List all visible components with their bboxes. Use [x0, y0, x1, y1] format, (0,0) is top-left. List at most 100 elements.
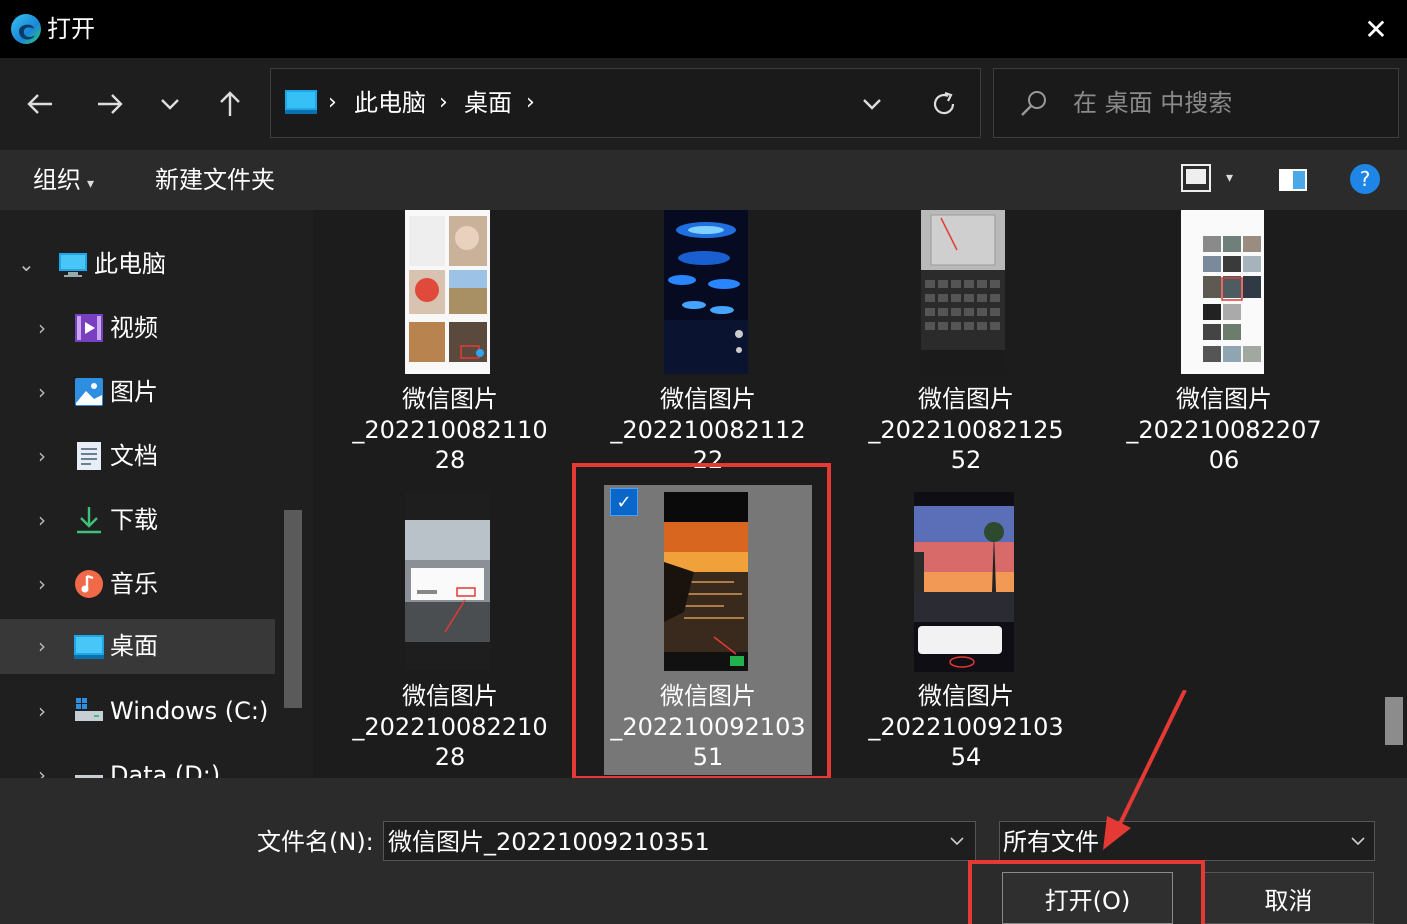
thumbnail-image [914, 492, 1014, 672]
documents-icon [77, 442, 101, 470]
thumbnail-image [921, 210, 1005, 374]
new-folder-button[interactable]: 新建文件夹 [155, 162, 275, 198]
file-name: 微信图片 _202210082125 52 [868, 385, 1064, 474]
sidebar-item-desktop[interactable]: › 桌面 [0, 619, 275, 674]
thumbnail-image [405, 492, 490, 670]
chevron-right-icon[interactable]: › [38, 744, 46, 778]
thumbnail-image [664, 210, 748, 374]
drive-icon [75, 775, 103, 778]
address-history-dropdown[interactable] [847, 79, 897, 129]
thumbnail-image [1181, 210, 1264, 374]
file-name: 微信图片 _202210082112 22 [610, 385, 806, 468]
window-title: 打开 [47, 15, 95, 43]
file-name: 微信图片 _202210082207 06 [1126, 385, 1322, 474]
filename-value[interactable]: 微信图片_20221009210351 [388, 824, 710, 860]
filename-label: 文件名(N): [257, 828, 374, 856]
organize-label: 组织 [33, 166, 81, 194]
sidebar-item-label: 文档 [110, 442, 158, 470]
view-dropdown-caret-icon[interactable]: ▾ [1226, 170, 1233, 186]
svg-text:?: ? [1360, 167, 1371, 191]
up-button[interactable] [205, 79, 255, 129]
chevron-down-icon [950, 837, 964, 845]
chevron-right-icon[interactable]: › [38, 680, 46, 742]
sidebar-scrollbar-thumb[interactable] [284, 510, 302, 708]
file-name: 微信图片 _202210082210 28 [352, 682, 548, 771]
file-thumbnail[interactable] [405, 492, 490, 670]
refresh-button[interactable] [919, 79, 969, 129]
file-type-value: 所有文件 [1003, 828, 1099, 856]
search-icon [1019, 88, 1049, 118]
title-bar [0, 0, 1407, 58]
filename-history-dropdown[interactable] [944, 828, 970, 854]
preview-pane-button[interactable] [1278, 167, 1308, 193]
thumbnail-image [405, 210, 490, 374]
desktop-icon [74, 635, 104, 659]
video-icon [75, 314, 103, 342]
file-thumbnail[interactable] [921, 210, 1005, 374]
annotation-arrow [1103, 690, 1187, 850]
chevron-right-icon[interactable]: › [38, 553, 46, 615]
search-placeholder: 在 桌面 中搜索 [1073, 89, 1233, 117]
sidebar-item-label: 下载 [110, 506, 158, 534]
chevron-down-icon [863, 99, 881, 110]
sidebar-item-videos[interactable]: › 视频 [0, 297, 275, 359]
chevron-right-icon[interactable]: › [38, 619, 46, 674]
sidebar-item-label: 桌面 [110, 632, 158, 660]
drive-icon [75, 698, 103, 721]
organize-menu-button[interactable]: 组织 ▾ [33, 162, 94, 202]
chevron-right-icon[interactable]: › [38, 489, 46, 551]
sidebar-item-label: 此电脑 [94, 250, 166, 278]
file-list-scrollbar-thumb[interactable] [1385, 697, 1403, 745]
sidebar-item-drive-c[interactable]: › Windows (C:) [0, 680, 275, 742]
sidebar-item-label: 音乐 [110, 570, 158, 598]
breadcrumb-desktop[interactable]: 桌面 [464, 85, 512, 121]
recent-locations-button[interactable] [145, 79, 195, 129]
chevron-down-icon [161, 99, 179, 110]
sidebar-item-documents[interactable]: › 文档 [0, 425, 275, 487]
file-name: 微信图片 _202210082110 28 [352, 385, 548, 474]
download-icon [77, 507, 101, 534]
music-icon [75, 570, 103, 598]
refresh-icon [933, 91, 955, 115]
breadcrumb-separator: › [526, 90, 535, 115]
sidebar-item-this-pc[interactable]: ⌄ 此电脑 [0, 233, 275, 295]
view-icon [1181, 164, 1211, 192]
help-button[interactable]: ? [1349, 163, 1381, 195]
sidebar-item-label: 图片 [110, 378, 158, 406]
chevron-down-icon [1351, 837, 1365, 845]
pictures-icon [75, 378, 103, 406]
view-options-button[interactable] [1180, 163, 1212, 195]
chevron-right-icon[interactable]: › [38, 361, 46, 423]
forward-button[interactable] [85, 79, 135, 129]
chevron-right-icon[interactable]: › [38, 425, 46, 487]
computer-icon [285, 90, 317, 114]
sidebar-item-music[interactable]: › 音乐 [0, 553, 275, 615]
annotation-highlight-box [968, 860, 1205, 924]
chevron-right-icon[interactable]: › [38, 297, 46, 359]
breadcrumb-separator: › [439, 90, 448, 115]
sidebar-item-label: Data (D:) [110, 761, 221, 778]
cancel-button[interactable]: 取消 [1203, 872, 1374, 924]
chevron-down-icon[interactable]: ⌄ [18, 233, 35, 295]
file-type-dropdown[interactable] [1345, 828, 1371, 854]
back-arrow-icon [27, 94, 52, 114]
sidebar-item-drive-d[interactable]: › Data (D:) [0, 744, 275, 778]
sidebar-item-label: 视频 [110, 314, 158, 342]
sidebar-item-downloads[interactable]: › 下载 [0, 489, 275, 551]
file-thumbnail[interactable] [1181, 210, 1264, 374]
breadcrumb-this-pc[interactable]: 此电脑 [354, 85, 426, 121]
edge-app-icon [10, 13, 42, 45]
sidebar-item-pictures[interactable]: › 图片 [0, 361, 275, 423]
file-thumbnail[interactable] [914, 492, 1014, 672]
annotation-highlight-box [572, 463, 831, 780]
file-thumbnail[interactable] [405, 210, 490, 374]
computer-icon [59, 253, 87, 277]
help-icon: ? [1350, 164, 1380, 194]
file-name: 微信图片 _202210092103 54 [868, 682, 1064, 771]
close-button[interactable]: ✕ [1350, 6, 1402, 52]
back-button[interactable] [15, 79, 65, 129]
file-thumbnail[interactable] [664, 210, 748, 374]
breadcrumb-separator: › [328, 90, 337, 115]
forward-arrow-icon [98, 94, 123, 114]
sidebar-item-label: Windows (C:) [110, 697, 269, 725]
